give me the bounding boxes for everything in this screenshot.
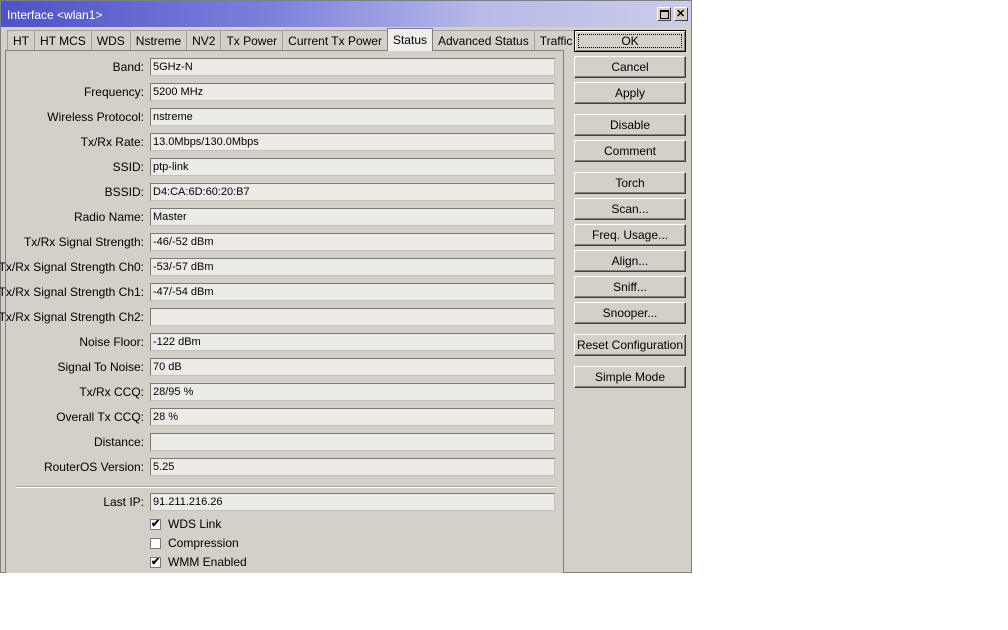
field-label: SSID:	[112, 160, 144, 174]
title-bar[interactable]: Interface <wlan1>	[1, 1, 691, 27]
tab-nstreme[interactable]: Nstreme	[129, 30, 188, 51]
field-row-noise-floor: Noise Floor: -122 dBm	[6, 333, 564, 351]
field-label: Tx/Rx Signal Strength Ch1:	[0, 285, 144, 299]
simple-mode-button[interactable]: Simple Mode	[574, 366, 686, 388]
field-row-distance: Distance:	[6, 433, 564, 451]
field-label: Last IP:	[103, 495, 144, 509]
focus-ring	[578, 34, 682, 48]
section-divider	[16, 486, 556, 488]
reset-configuration-button[interactable]: Reset Configuration	[574, 334, 686, 356]
field-label: Tx/Rx CCQ:	[79, 385, 144, 399]
signal-strength-ch0-field[interactable]: -53/-57 dBm	[150, 258, 555, 276]
field-label: Tx/Rx Signal Strength Ch2:	[0, 310, 144, 324]
field-row-last-ip: Last IP: 91.211.216.26	[6, 493, 564, 511]
field-label: Tx/Rx Signal Strength:	[23, 235, 144, 249]
field-row-routeros-version: RouterOS Version: 5.25	[6, 458, 564, 476]
tab-status[interactable]: Status	[386, 28, 433, 51]
align-button[interactable]: Align...	[574, 250, 686, 272]
tx-rx-ccq-field[interactable]: 28/95 %	[150, 383, 555, 401]
field-label: Distance:	[93, 435, 144, 449]
apply-button[interactable]: Apply	[574, 82, 686, 104]
checkbox-box[interactable]: ✔	[150, 555, 161, 568]
wireless-protocol-field[interactable]: nstreme	[150, 108, 555, 126]
checkbox-label: WDS Link	[168, 517, 222, 531]
field-row-frequency: Frequency: 5200 MHz	[6, 83, 564, 101]
band-field[interactable]: 5GHz-N	[150, 58, 555, 76]
tab-wds[interactable]: WDS	[90, 30, 131, 51]
cancel-button[interactable]: Cancel	[574, 56, 686, 78]
tab-tx-power[interactable]: Tx Power	[220, 30, 284, 51]
tab-traffic[interactable]: Traffic	[533, 30, 579, 51]
field-label: RouterOS Version:	[43, 460, 144, 474]
last-ip-field[interactable]: 91.211.216.26	[150, 493, 555, 511]
field-label: Signal To Noise:	[57, 360, 145, 374]
field-row-overall-tx-ccq: Overall Tx CCQ: 28 %	[6, 408, 564, 426]
field-label: Wireless Protocol:	[47, 110, 144, 124]
disable-button[interactable]: Disable	[574, 114, 686, 136]
field-label: Noise Floor:	[79, 335, 144, 349]
distance-field[interactable]	[150, 433, 555, 451]
torch-button[interactable]: Torch	[574, 172, 686, 194]
tab-nv2[interactable]: NV2	[186, 30, 222, 51]
ok-button[interactable]: OK	[574, 30, 686, 52]
compression-checkbox[interactable]: Compression	[150, 536, 239, 550]
tab-bar: HT HT MCS WDS Nstreme NV2 Tx Power Curre…	[7, 28, 600, 51]
field-row-band: Band: 5GHz-N	[6, 58, 564, 76]
field-row-signal-to-noise: Signal To Noise: 70 dB	[6, 358, 564, 376]
field-label: BSSID:	[104, 185, 144, 199]
field-row-ssid: SSID: ptp-link	[6, 158, 564, 176]
maximize-icon[interactable]	[657, 7, 671, 21]
field-label: Tx/Rx Signal Strength Ch0:	[0, 260, 144, 274]
bssid-field[interactable]: D4:CA:6D:60:20:B7	[150, 183, 555, 201]
signal-strength-ch1-field[interactable]: -47/-54 dBm	[150, 283, 555, 301]
frequency-field[interactable]: 5200 MHz	[150, 83, 555, 101]
ssid-field[interactable]: ptp-link	[150, 158, 555, 176]
signal-to-noise-field[interactable]: 70 dB	[150, 358, 555, 376]
sniff-button[interactable]: Sniff...	[574, 276, 686, 298]
routeros-version-field[interactable]: 5.25	[150, 458, 555, 476]
field-label: Frequency:	[83, 85, 144, 99]
field-row-signal-strength-ch1: Tx/Rx Signal Strength Ch1: -47/-54 dBm	[0, 283, 564, 301]
field-label: Tx/Rx Rate:	[80, 135, 144, 149]
field-label: Radio Name:	[73, 210, 144, 224]
tab-ht[interactable]: HT	[7, 30, 35, 51]
snooper-button[interactable]: Snooper...	[574, 302, 686, 324]
field-row-bssid: BSSID: D4:CA:6D:60:20:B7	[6, 183, 564, 201]
tab-current-tx-power[interactable]: Current Tx Power	[282, 30, 388, 51]
field-row-radio-name: Radio Name: Master	[6, 208, 564, 226]
field-row-signal-strength: Tx/Rx Signal Strength: -46/-52 dBm	[6, 233, 564, 251]
interface-window: Interface <wlan1> HT HT MCS WDS Nstreme …	[0, 0, 692, 573]
checkbox-box[interactable]	[150, 537, 161, 549]
freq-usage-button[interactable]: Freq. Usage...	[574, 224, 686, 246]
signal-strength-field[interactable]: -46/-52 dBm	[150, 233, 555, 251]
tx-rx-rate-field[interactable]: 13.0Mbps/130.0Mbps	[150, 133, 555, 151]
window-title: Interface <wlan1>	[7, 8, 103, 22]
close-icon[interactable]	[674, 7, 688, 21]
field-label: Band:	[112, 60, 144, 74]
status-panel: Band: 5GHz-N Frequency: 5200 MHz Wireles…	[0, 50, 564, 573]
scan-button[interactable]: Scan...	[574, 198, 686, 220]
wds-link-checkbox[interactable]: ✔ WDS Link	[150, 517, 221, 531]
field-row-signal-strength-ch2: Tx/Rx Signal Strength Ch2:	[0, 308, 564, 326]
checkbox-box[interactable]: ✔	[150, 517, 161, 530]
signal-strength-ch2-field[interactable]	[150, 308, 555, 326]
checkbox-label: Compression	[168, 536, 239, 550]
tab-ht-mcs[interactable]: HT MCS	[34, 30, 92, 51]
wmm-enabled-checkbox[interactable]: ✔ WMM Enabled	[150, 555, 247, 569]
field-row-wireless-protocol: Wireless Protocol: nstreme	[6, 108, 564, 126]
field-row-tx-rx-ccq: Tx/Rx CCQ: 28/95 %	[6, 383, 564, 401]
comment-button[interactable]: Comment	[574, 140, 686, 162]
checkmark-icon: ✔	[151, 555, 161, 568]
checkmark-icon: ✔	[151, 517, 161, 530]
tab-advanced-status[interactable]: Advanced Status	[432, 30, 535, 51]
radio-name-field[interactable]: Master	[150, 208, 555, 226]
field-row-tx-rx-rate: Tx/Rx Rate: 13.0Mbps/130.0Mbps	[6, 133, 564, 151]
overall-tx-ccq-field[interactable]: 28 %	[150, 408, 555, 426]
field-label: Overall Tx CCQ:	[56, 410, 144, 424]
checkbox-label: WMM Enabled	[168, 555, 247, 569]
noise-floor-field[interactable]: -122 dBm	[150, 333, 555, 351]
field-row-signal-strength-ch0: Tx/Rx Signal Strength Ch0: -53/-57 dBm	[0, 258, 564, 276]
